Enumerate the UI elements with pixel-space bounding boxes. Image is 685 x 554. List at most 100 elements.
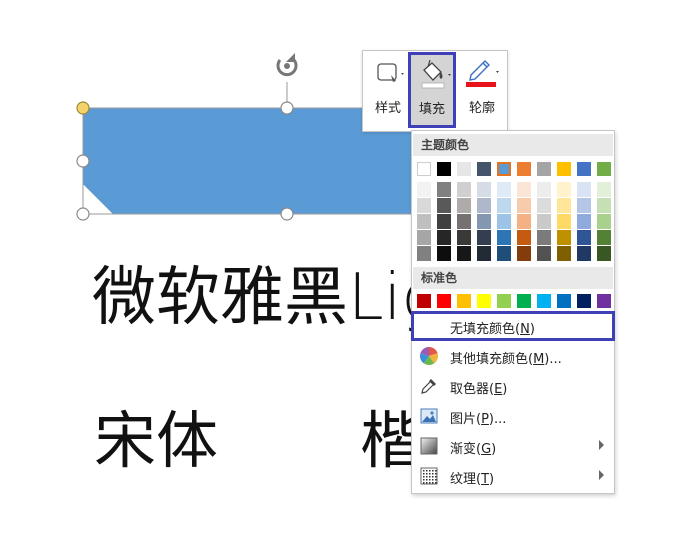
- style-button[interactable]: 样式: [365, 51, 411, 129]
- theme-color-swatch[interactable]: [517, 162, 531, 176]
- picture-label: 图片(P)...: [450, 408, 506, 427]
- theme-tint-swatch[interactable]: [437, 214, 451, 229]
- theme-tint-swatch[interactable]: [537, 214, 551, 229]
- theme-tint-swatch[interactable]: [517, 230, 531, 245]
- picture-item[interactable]: 图片(P)...: [412, 402, 614, 430]
- theme-tint-swatch[interactable]: [557, 182, 571, 197]
- theme-tint-swatch[interactable]: [597, 198, 611, 213]
- no-fill-key: N: [520, 322, 530, 337]
- theme-tint-swatch[interactable]: [437, 230, 451, 245]
- texture-label: 纹理(T): [450, 468, 494, 487]
- theme-tint-swatch[interactable]: [597, 230, 611, 245]
- theme-tint-swatch[interactable]: [557, 198, 571, 213]
- theme-tint-swatch[interactable]: [497, 182, 511, 197]
- rotate-handle-icon[interactable]: [276, 53, 298, 77]
- theme-tint-swatch[interactable]: [597, 214, 611, 229]
- gradient-item[interactable]: 渐变(G): [412, 432, 614, 460]
- theme-tint-swatch[interactable]: [537, 246, 551, 261]
- standard-color-swatch[interactable]: [597, 294, 611, 308]
- more-fill-colors-item[interactable]: 其他填充颜色(M)...: [412, 342, 614, 370]
- theme-tint-swatch[interactable]: [577, 230, 591, 245]
- standard-color-swatch[interactable]: [477, 294, 491, 308]
- theme-tint-swatch[interactable]: [457, 230, 471, 245]
- theme-tint-swatch[interactable]: [537, 230, 551, 245]
- no-fill-text: 无填充颜色(: [450, 322, 521, 337]
- theme-tint-swatch[interactable]: [517, 246, 531, 261]
- resize-handle-top[interactable]: [280, 101, 294, 115]
- standard-color-swatch[interactable]: [517, 294, 531, 308]
- more-colors-end: )...: [544, 352, 562, 367]
- eyedropper-icon: [421, 379, 436, 394]
- resize-handle-bottom[interactable]: [280, 207, 294, 221]
- theme-tint-swatch[interactable]: [457, 198, 471, 213]
- theme-tint-swatch[interactable]: [577, 182, 591, 197]
- standard-color-swatch[interactable]: [457, 294, 471, 308]
- theme-tint-swatch[interactable]: [417, 198, 431, 213]
- theme-tint-swatch[interactable]: [497, 230, 511, 245]
- theme-tint-swatch[interactable]: [597, 246, 611, 261]
- theme-tint-swatch[interactable]: [497, 198, 511, 213]
- theme-tint-swatch[interactable]: [497, 214, 511, 229]
- resize-handle-bottom-left[interactable]: [76, 207, 90, 221]
- theme-tint-swatch[interactable]: [437, 246, 451, 261]
- standard-color-swatch[interactable]: [497, 294, 511, 308]
- theme-tint-swatch[interactable]: [417, 230, 431, 245]
- color-wheel-icon: [420, 347, 438, 365]
- texture-key: T: [481, 472, 490, 487]
- theme-color-swatch[interactable]: [457, 162, 471, 176]
- theme-tint-swatch[interactable]: [477, 246, 491, 261]
- theme-color-swatch[interactable]: [577, 162, 591, 176]
- theme-color-swatch[interactable]: [557, 162, 571, 176]
- adjust-handle[interactable]: [76, 101, 90, 115]
- theme-tint-swatch[interactable]: [577, 198, 591, 213]
- theme-tint-swatch[interactable]: [557, 246, 571, 261]
- no-fill-item[interactable]: 无填充颜色(N): [411, 311, 615, 341]
- theme-tint-swatch[interactable]: [537, 182, 551, 197]
- theme-tint-swatch[interactable]: [577, 214, 591, 229]
- theme-tint-swatch[interactable]: [477, 214, 491, 229]
- theme-tint-swatch[interactable]: [477, 230, 491, 245]
- theme-tint-swatch[interactable]: [437, 182, 451, 197]
- theme-colors-header: 主题颜色: [413, 134, 613, 156]
- theme-tint-swatch[interactable]: [417, 214, 431, 229]
- theme-tint-swatch[interactable]: [557, 214, 571, 229]
- theme-tint-swatch[interactable]: [557, 230, 571, 245]
- theme-tint-swatch[interactable]: [477, 198, 491, 213]
- theme-tint-swatch[interactable]: [517, 214, 531, 229]
- theme-tint-swatch[interactable]: [457, 214, 471, 229]
- standard-color-swatch[interactable]: [417, 294, 431, 308]
- eyedropper-item[interactable]: 取色器(E): [412, 372, 614, 400]
- mini-toolbar: 样式 填充 轮廓: [362, 50, 508, 132]
- outline-button[interactable]: 轮廓: [459, 51, 505, 129]
- theme-color-swatch[interactable]: [477, 162, 491, 176]
- theme-color-swatch[interactable]: [597, 162, 611, 176]
- fill-color-dropdown: 主题颜色 标准色 无填充颜色(N) 其他填充颜色(M)... 取色器(E) 图片…: [411, 130, 615, 494]
- theme-tint-swatch[interactable]: [597, 182, 611, 197]
- resize-handle-left[interactable]: [76, 154, 90, 168]
- outline-label: 轮廓: [468, 101, 495, 116]
- theme-color-swatch[interactable]: [497, 162, 511, 176]
- standard-color-swatch[interactable]: [557, 294, 571, 308]
- fill-button[interactable]: 填充: [408, 52, 456, 128]
- texture-item[interactable]: 纹理(T): [412, 462, 614, 490]
- theme-tint-swatch[interactable]: [437, 198, 451, 213]
- standard-color-swatch[interactable]: [437, 294, 451, 308]
- theme-tint-swatch[interactable]: [417, 182, 431, 197]
- theme-color-swatch[interactable]: [437, 162, 451, 176]
- theme-tint-swatch[interactable]: [517, 198, 531, 213]
- eyedropper-text: 取色器(: [450, 382, 495, 397]
- theme-tint-swatch[interactable]: [417, 246, 431, 261]
- picture-end: )...: [488, 412, 507, 427]
- theme-tint-swatch[interactable]: [477, 182, 491, 197]
- theme-tint-swatch[interactable]: [577, 246, 591, 261]
- theme-tint-swatch[interactable]: [497, 246, 511, 261]
- theme-color-swatch[interactable]: [537, 162, 551, 176]
- theme-tint-swatch[interactable]: [537, 198, 551, 213]
- standard-color-swatch[interactable]: [577, 294, 591, 308]
- submenu-arrow-icon: [599, 470, 604, 480]
- theme-color-swatch[interactable]: [417, 162, 431, 176]
- theme-tint-swatch[interactable]: [457, 182, 471, 197]
- standard-color-swatch[interactable]: [537, 294, 551, 308]
- theme-tint-swatch[interactable]: [517, 182, 531, 197]
- theme-tint-swatch[interactable]: [457, 246, 471, 261]
